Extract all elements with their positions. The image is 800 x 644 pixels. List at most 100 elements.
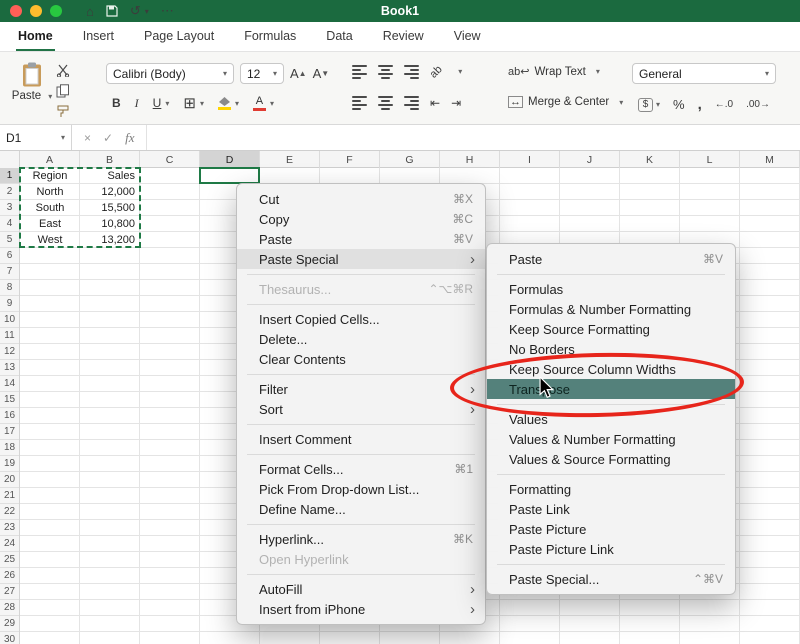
row-header-11[interactable]: 11 bbox=[0, 328, 19, 344]
row-header-16[interactable]: 16 bbox=[0, 408, 19, 424]
menu-item-hyperlink[interactable]: Hyperlink...⌘K bbox=[237, 529, 485, 549]
increase-decimal-button[interactable]: ←.0 bbox=[715, 99, 733, 110]
menu-item-insert-comment[interactable]: Insert Comment bbox=[237, 429, 485, 449]
menu-item-cut[interactable]: Cut⌘X bbox=[237, 189, 485, 209]
align-top-icon[interactable] bbox=[352, 65, 367, 79]
row-header-6[interactable]: 6 bbox=[0, 248, 19, 264]
menu-item-paste-picture-link[interactable]: Paste Picture Link bbox=[487, 539, 735, 559]
orientation-chevron-icon[interactable]: ▾ bbox=[458, 67, 462, 76]
cut-icon[interactable] bbox=[56, 64, 71, 77]
menu-item-formulas[interactable]: Formulas bbox=[487, 279, 735, 299]
row-header-25[interactable]: 25 bbox=[0, 552, 19, 568]
row-header-22[interactable]: 22 bbox=[0, 504, 19, 520]
tab-page-layout[interactable]: Page Layout bbox=[142, 29, 216, 51]
tab-formulas[interactable]: Formulas bbox=[242, 29, 298, 51]
row-header-26[interactable]: 26 bbox=[0, 568, 19, 584]
decrease-font-size-button[interactable]: A▼ bbox=[313, 66, 330, 81]
menu-item-keep-source-formatting[interactable]: Keep Source Formatting bbox=[487, 319, 735, 339]
tab-review[interactable]: Review bbox=[381, 29, 426, 51]
borders-icon[interactable]: ⊞ bbox=[183, 94, 196, 112]
tab-data[interactable]: Data bbox=[324, 29, 354, 51]
row-header-28[interactable]: 28 bbox=[0, 600, 19, 616]
number-format-select[interactable]: General▾ bbox=[632, 63, 776, 84]
paste-button[interactable]: Paste▾ bbox=[12, 62, 52, 102]
borders-chevron-icon[interactable]: ▾ bbox=[200, 99, 204, 108]
row-header-27[interactable]: 27 bbox=[0, 584, 19, 600]
row-header-4[interactable]: 4 bbox=[0, 216, 19, 232]
row-header-3[interactable]: 3 bbox=[0, 200, 19, 216]
tab-view[interactable]: View bbox=[452, 29, 483, 51]
menu-item-clear-contents[interactable]: Clear Contents bbox=[237, 349, 485, 369]
tab-insert[interactable]: Insert bbox=[81, 29, 116, 51]
minimize-button[interactable] bbox=[30, 5, 42, 17]
menu-item-values[interactable]: Values bbox=[487, 409, 735, 429]
row-header-23[interactable]: 23 bbox=[0, 520, 19, 536]
row-header-30[interactable]: 30 bbox=[0, 632, 19, 644]
column-header-f[interactable]: F bbox=[320, 151, 380, 168]
row-header-24[interactable]: 24 bbox=[0, 536, 19, 552]
merge-center-button[interactable]: Merge & Center bbox=[528, 96, 609, 108]
menu-item-insert-from-iphone[interactable]: Insert from iPhone› bbox=[237, 599, 485, 619]
row-header-17[interactable]: 17 bbox=[0, 424, 19, 440]
undo-icon[interactable]: ↺ bbox=[130, 3, 141, 19]
menu-item-no-borders[interactable]: No Borders bbox=[487, 339, 735, 359]
close-button[interactable] bbox=[10, 5, 22, 17]
cancel-icon[interactable]: × bbox=[84, 131, 91, 145]
increase-indent-icon[interactable]: ⇥ bbox=[451, 96, 461, 110]
menu-item-formatting[interactable]: Formatting bbox=[487, 479, 735, 499]
row-header-15[interactable]: 15 bbox=[0, 392, 19, 408]
merge-center-chevron-icon[interactable]: ▾ bbox=[619, 98, 623, 107]
name-box[interactable]: D1 ▾ bbox=[0, 125, 72, 150]
column-header-a[interactable]: A bbox=[20, 151, 80, 168]
menu-item-sort[interactable]: Sort› bbox=[237, 399, 485, 419]
column-header-g[interactable]: G bbox=[380, 151, 440, 168]
menu-item-autofill[interactable]: AutoFill› bbox=[237, 579, 485, 599]
wrap-text-chevron-icon[interactable]: ▾ bbox=[596, 67, 600, 76]
accounting-format-icon[interactable]: $ bbox=[638, 98, 653, 112]
row-header-8[interactable]: 8 bbox=[0, 280, 19, 296]
row-header-29[interactable]: 29 bbox=[0, 616, 19, 632]
column-header-l[interactable]: L bbox=[680, 151, 740, 168]
accounting-chevron-icon[interactable]: ▾ bbox=[656, 100, 660, 109]
menu-item-transpose[interactable]: Transpose bbox=[487, 379, 735, 399]
row-header-18[interactable]: 18 bbox=[0, 440, 19, 456]
menu-item-insert-copied-cells[interactable]: Insert Copied Cells... bbox=[237, 309, 485, 329]
undo-chevron-icon[interactable]: ▾ bbox=[145, 7, 149, 16]
orientation-icon[interactable]: ab bbox=[428, 63, 445, 80]
menu-item-paste-picture[interactable]: Paste Picture bbox=[487, 519, 735, 539]
column-header-e[interactable]: E bbox=[260, 151, 320, 168]
insert-function-icon[interactable]: fx bbox=[125, 130, 134, 146]
menu-item-copy[interactable]: Copy⌘C bbox=[237, 209, 485, 229]
row-header-7[interactable]: 7 bbox=[0, 264, 19, 280]
menu-item-format-cells[interactable]: Format Cells...⌘1 bbox=[237, 459, 485, 479]
menu-item-paste-special[interactable]: Paste Special...⌃⌘V bbox=[487, 569, 735, 589]
tab-home[interactable]: Home bbox=[16, 29, 55, 51]
row-header-1[interactable]: 1 bbox=[0, 168, 19, 184]
decrease-decimal-button[interactable]: .00→ bbox=[746, 99, 770, 110]
menu-item-filter[interactable]: Filter› bbox=[237, 379, 485, 399]
save-icon[interactable] bbox=[106, 5, 118, 17]
select-all-corner[interactable] bbox=[0, 151, 20, 168]
row-header-5[interactable]: 5 bbox=[0, 232, 19, 248]
font-color-chevron-icon[interactable]: ▾ bbox=[270, 99, 274, 108]
underline-button[interactable]: U bbox=[153, 96, 162, 110]
increase-font-size-button[interactable]: A▲ bbox=[290, 66, 307, 81]
row-header-19[interactable]: 19 bbox=[0, 456, 19, 472]
menu-item-formulas-number-formatting[interactable]: Formulas & Number Formatting bbox=[487, 299, 735, 319]
selected-cell-d1[interactable] bbox=[199, 167, 260, 184]
row-header-20[interactable]: 20 bbox=[0, 472, 19, 488]
row-header-21[interactable]: 21 bbox=[0, 488, 19, 504]
align-middle-icon[interactable] bbox=[378, 65, 393, 79]
align-bottom-icon[interactable] bbox=[404, 65, 419, 79]
home-icon[interactable]: ⌂ bbox=[86, 4, 94, 19]
format-painter-icon[interactable] bbox=[56, 105, 70, 118]
column-header-j[interactable]: J bbox=[560, 151, 620, 168]
comma-style-button[interactable]: , bbox=[698, 96, 702, 113]
column-header-k[interactable]: K bbox=[620, 151, 680, 168]
column-header-h[interactable]: H bbox=[440, 151, 500, 168]
menu-item-values-number-formatting[interactable]: Values & Number Formatting bbox=[487, 429, 735, 449]
formula-input[interactable] bbox=[147, 125, 800, 150]
font-color-button[interactable]: A bbox=[253, 96, 266, 111]
fill-color-button[interactable] bbox=[218, 97, 231, 110]
column-header-d[interactable]: D bbox=[200, 151, 260, 168]
